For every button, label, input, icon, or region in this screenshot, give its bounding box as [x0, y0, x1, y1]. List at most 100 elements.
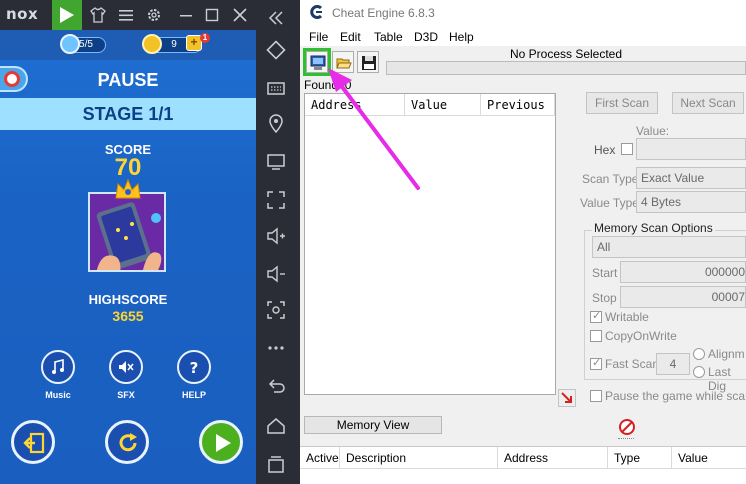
help-label: HELP: [181, 390, 206, 400]
fast-scan-checkbox[interactable]: [590, 356, 602, 370]
gear-icon[interactable]: [146, 7, 162, 23]
save-button[interactable]: [357, 51, 379, 73]
home-icon[interactable]: [266, 416, 286, 436]
red-arrow-icon: [561, 392, 572, 403]
back-icon[interactable]: [266, 376, 286, 396]
first-scan-button[interactable]: First Scan: [586, 92, 658, 114]
music-icon: [52, 359, 64, 374]
menu-table[interactable]: Table: [374, 30, 403, 44]
menu-d3d[interactable]: D3D: [414, 30, 438, 44]
notification-badge: 1: [200, 33, 210, 43]
highlight-box: [303, 48, 331, 76]
scan-results-list[interactable]: Address Value Previous: [304, 93, 556, 395]
value-type-label: Value Type: [580, 196, 639, 210]
music-button[interactable]: [41, 350, 75, 384]
menu-bar: File Edit Table D3D Help: [300, 28, 746, 46]
volume-down-icon[interactable]: [266, 264, 286, 284]
help-button[interactable]: ?: [177, 350, 211, 384]
hex-checkbox[interactable]: [621, 143, 633, 155]
help-icon: ?: [190, 359, 199, 375]
play-icon: [216, 434, 231, 452]
results-column-value[interactable]: Value: [405, 94, 481, 116]
music-label: Music: [45, 390, 71, 400]
results-column-previous[interactable]: Previous: [481, 94, 555, 116]
game-artwork-image: [88, 192, 166, 272]
keyboard-icon[interactable]: [266, 78, 286, 98]
writable-label: Writable: [605, 310, 649, 324]
exit-button[interactable]: [11, 420, 55, 464]
address-list-column-active[interactable]: Active: [300, 447, 340, 469]
hud-bar: 5/5 9 + 1: [0, 30, 256, 60]
menu-help[interactable]: Help: [449, 30, 474, 44]
eraser-icon[interactable]: [266, 40, 286, 60]
results-column-address[interactable]: Address: [305, 94, 405, 116]
screenshot-icon[interactable]: [266, 300, 286, 320]
address-list[interactable]: Active Description Address Type Value: [300, 446, 746, 484]
close-icon[interactable]: [232, 7, 248, 23]
crown-icon: [115, 178, 141, 199]
nox-emulator-window: nox 5/5 9 + 1 PAUSE STAGE 1/1 SCORE 70 H…: [0, 0, 256, 484]
copy-on-write-label: CopyOnWrite: [605, 329, 677, 343]
screen-icon[interactable]: [266, 152, 286, 172]
sfx-button[interactable]: [109, 350, 143, 384]
stop-label: Stop: [592, 291, 617, 305]
collapse-icon[interactable]: [266, 8, 286, 28]
panel-splitter[interactable]: [618, 438, 634, 440]
stop-icon[interactable]: [618, 418, 636, 436]
restart-button[interactable]: [105, 420, 149, 464]
folder-open-icon: [336, 58, 352, 69]
speaker-muted-icon: [119, 361, 134, 373]
address-list-column-address[interactable]: Address: [498, 447, 608, 469]
process-status-label: No Process Selected: [509, 47, 623, 61]
coin-icon: [142, 34, 162, 54]
menu-icon[interactable]: [118, 7, 134, 23]
nox-side-toolbar: [256, 0, 300, 484]
cheat-engine-logo-icon: [310, 5, 323, 19]
memory-scan-options-title: Memory Scan Options: [592, 221, 715, 235]
recent-apps-icon[interactable]: [266, 454, 286, 474]
last-digits-radio[interactable]: [693, 366, 705, 378]
stage-label: STAGE 1/1: [0, 98, 256, 130]
minimize-icon[interactable]: [178, 7, 194, 23]
copy-on-write-checkbox[interactable]: [590, 330, 602, 342]
hex-label: Hex: [594, 143, 616, 157]
nox-title-bar: nox: [0, 0, 256, 30]
address-list-column-type[interactable]: Type: [608, 447, 672, 469]
memory-view-button[interactable]: Memory View: [304, 416, 442, 434]
theme-shirt-icon[interactable]: [90, 7, 106, 23]
scan-type-select[interactable]: Exact Value: [636, 167, 746, 189]
maximize-icon[interactable]: [204, 7, 220, 23]
fullscreen-icon[interactable]: [266, 190, 286, 210]
exit-icon: [23, 432, 45, 454]
memory-region-select[interactable]: All: [592, 236, 746, 258]
address-list-column-description[interactable]: Description: [340, 447, 498, 469]
scan-value-input[interactable]: [636, 138, 746, 160]
highscore-value: 3655: [112, 308, 144, 324]
more-icon[interactable]: [266, 338, 286, 358]
sfx-label: SFX: [117, 390, 135, 400]
stop-address-input[interactable]: 00007: [620, 286, 746, 308]
start-address-input[interactable]: 000000: [620, 261, 746, 283]
play-store-button[interactable]: [52, 0, 82, 30]
menu-file[interactable]: File: [309, 30, 328, 44]
open-file-button[interactable]: [332, 51, 354, 73]
add-address-manually-button[interactable]: [558, 389, 576, 407]
next-scan-button[interactable]: Next Scan: [672, 92, 744, 114]
scan-type-label: Scan Type: [582, 172, 639, 186]
volume-up-icon[interactable]: [266, 226, 286, 246]
writable-checkbox[interactable]: [590, 309, 602, 323]
pause-game-checkbox[interactable]: [590, 390, 602, 402]
cheat-engine-window: Cheat Engine 6.8.3 File Edit Table D3D H…: [300, 0, 746, 484]
address-list-column-value[interactable]: Value: [672, 447, 746, 469]
floppy-disk-icon: [362, 56, 376, 70]
resume-play-button[interactable]: [199, 420, 243, 464]
fast-scan-alignment-input[interactable]: 4: [656, 353, 690, 375]
nox-logo: nox: [6, 5, 39, 23]
menu-edit[interactable]: Edit: [340, 30, 361, 44]
pause-title: PAUSE: [97, 70, 159, 90]
value-type-select[interactable]: 4 Bytes: [636, 191, 746, 213]
game-screen: 5/5 9 + 1 PAUSE STAGE 1/1 SCORE 70 HIGHS…: [0, 30, 256, 484]
location-icon[interactable]: [266, 114, 286, 134]
alignment-radio[interactable]: [693, 348, 705, 360]
svg-text:?: ?: [190, 359, 199, 375]
